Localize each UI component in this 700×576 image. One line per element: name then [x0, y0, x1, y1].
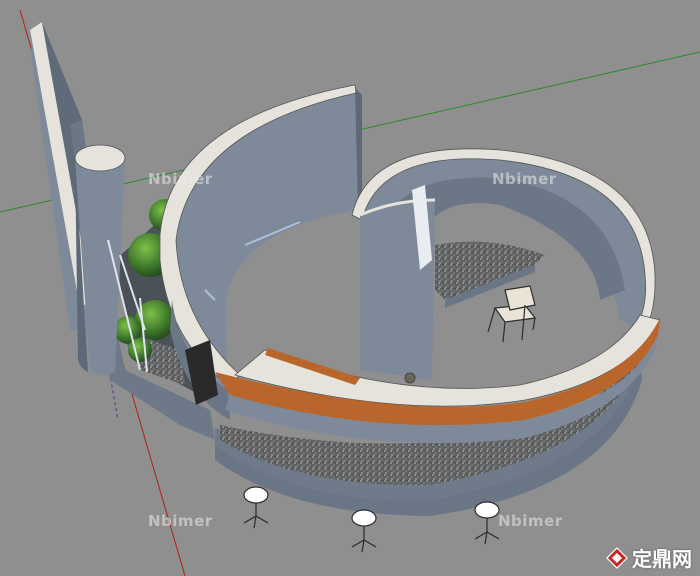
- stool: [351, 509, 377, 553]
- brand-diamond-icon: [606, 546, 628, 569]
- floor-drain: [404, 372, 416, 384]
- watermark: Nbimer: [148, 512, 213, 530]
- viewport-canvas: Nbimer Nbimer Nbimer Nbimer 定鼎网: [0, 0, 700, 576]
- brand-name: 定鼎网: [632, 547, 692, 571]
- chair: [487, 285, 537, 343]
- stool: [243, 486, 269, 529]
- watermark: Nbimer: [498, 512, 563, 530]
- watermark: Nbimer: [492, 170, 557, 188]
- brand-logo: 定鼎网: [606, 543, 692, 572]
- watermark: Nbimer: [148, 170, 213, 188]
- model-scene: [0, 9, 700, 576]
- stool: [474, 501, 500, 545]
